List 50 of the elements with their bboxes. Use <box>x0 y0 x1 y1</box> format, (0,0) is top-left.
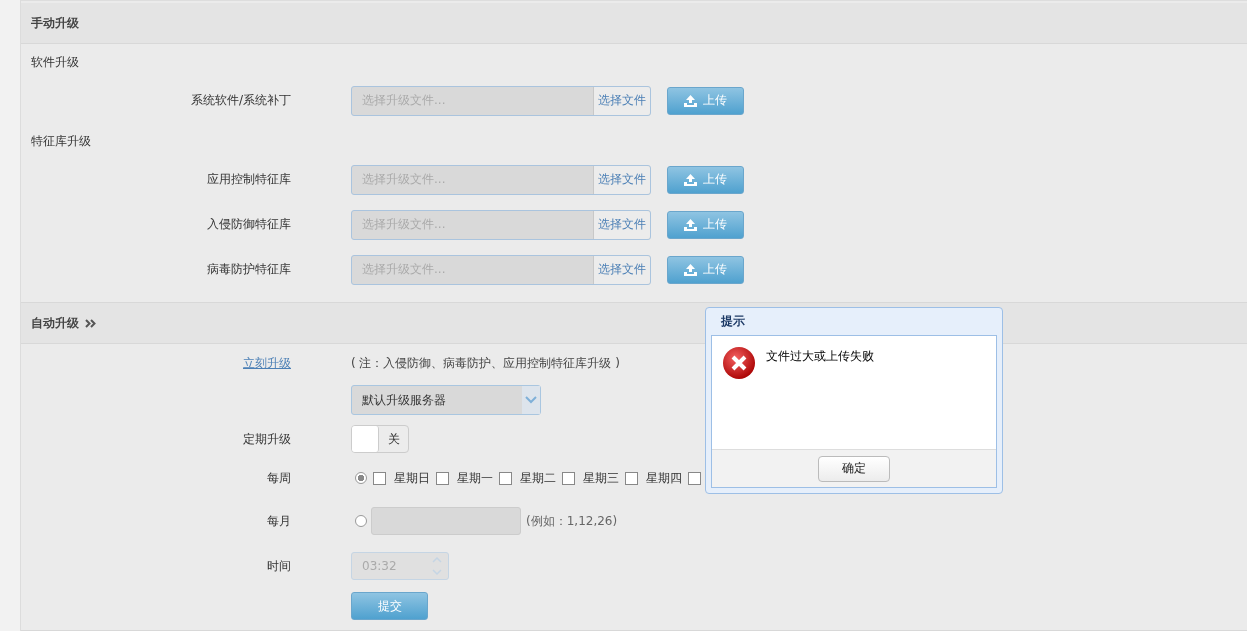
checkbox[interactable] <box>688 471 701 485</box>
upload-icon <box>684 263 697 276</box>
section-title: 手动升级 <box>31 14 79 32</box>
spinner-arrows-icon <box>432 555 442 577</box>
field-label: 应用控制特征库 <box>207 172 291 186</box>
checkbox[interactable] <box>499 471 512 485</box>
upload-icon <box>684 94 697 107</box>
toggle-switch[interactable]: 关 <box>351 425 409 453</box>
checkbox-label: 星期二 <box>520 469 556 487</box>
upload-button[interactable]: 上传 <box>667 210 744 239</box>
choose-file-button[interactable]: 选择文件 <box>593 210 650 239</box>
field-label: 病毒防护特征库 <box>207 262 291 276</box>
upload-button[interactable]: 上传 <box>667 86 744 115</box>
error-icon <box>722 346 756 380</box>
ok-button[interactable]: 确定 <box>818 455 890 482</box>
upload-button[interactable]: 上传 <box>667 255 744 284</box>
checkbox[interactable] <box>625 471 638 485</box>
choose-file-button[interactable]: 选择文件 <box>593 165 650 194</box>
upload-icon <box>684 218 697 231</box>
double-chevron-icon[interactable] <box>85 318 96 328</box>
checkbox-label: 星期三 <box>583 469 619 487</box>
dialog-message: 文件过大或上传失败 <box>766 348 874 365</box>
checkbox[interactable] <box>436 471 449 485</box>
upload-icon <box>684 173 697 186</box>
field-label: 定期升级 <box>243 431 291 446</box>
field-label: 时间 <box>267 558 291 573</box>
checkbox[interactable] <box>373 471 386 485</box>
checkbox-label: 星期一 <box>457 469 493 487</box>
field-label: 入侵防御特征库 <box>207 217 291 231</box>
checkbox[interactable] <box>562 471 575 485</box>
checkbox-label: 星期四 <box>646 469 682 487</box>
choose-file-button[interactable]: 选择文件 <box>593 255 650 284</box>
field-label: 每周 <box>267 470 291 485</box>
note-text: ( 注：入侵防御、病毒防护、应用控制特征库升级 ) <box>351 354 620 372</box>
field-label: 系统软件/系统补丁 <box>190 93 291 107</box>
field-label: 每月 <box>267 513 291 528</box>
server-dropdown[interactable]: 默认升级服务器 <box>351 385 541 415</box>
section-title: 自动升级 <box>31 314 79 332</box>
group-heading: 软件升级 <box>30 54 80 71</box>
checkbox-label: 星期日 <box>394 469 430 487</box>
upload-button[interactable]: 上传 <box>667 165 744 194</box>
group-heading: 特征库升级 <box>30 133 92 150</box>
dialog-title: 提示 <box>720 313 746 330</box>
upgrade-now-link[interactable]: 立刻升级 <box>243 355 291 370</box>
choose-file-button[interactable]: 选择文件 <box>593 86 650 115</box>
submit-button[interactable]: 提交 <box>351 592 428 620</box>
radio-button[interactable] <box>355 472 367 484</box>
radio-button[interactable] <box>355 515 367 527</box>
chevron-down-icon <box>525 396 537 404</box>
hint-text: (例如：1,12,26) <box>526 512 618 530</box>
